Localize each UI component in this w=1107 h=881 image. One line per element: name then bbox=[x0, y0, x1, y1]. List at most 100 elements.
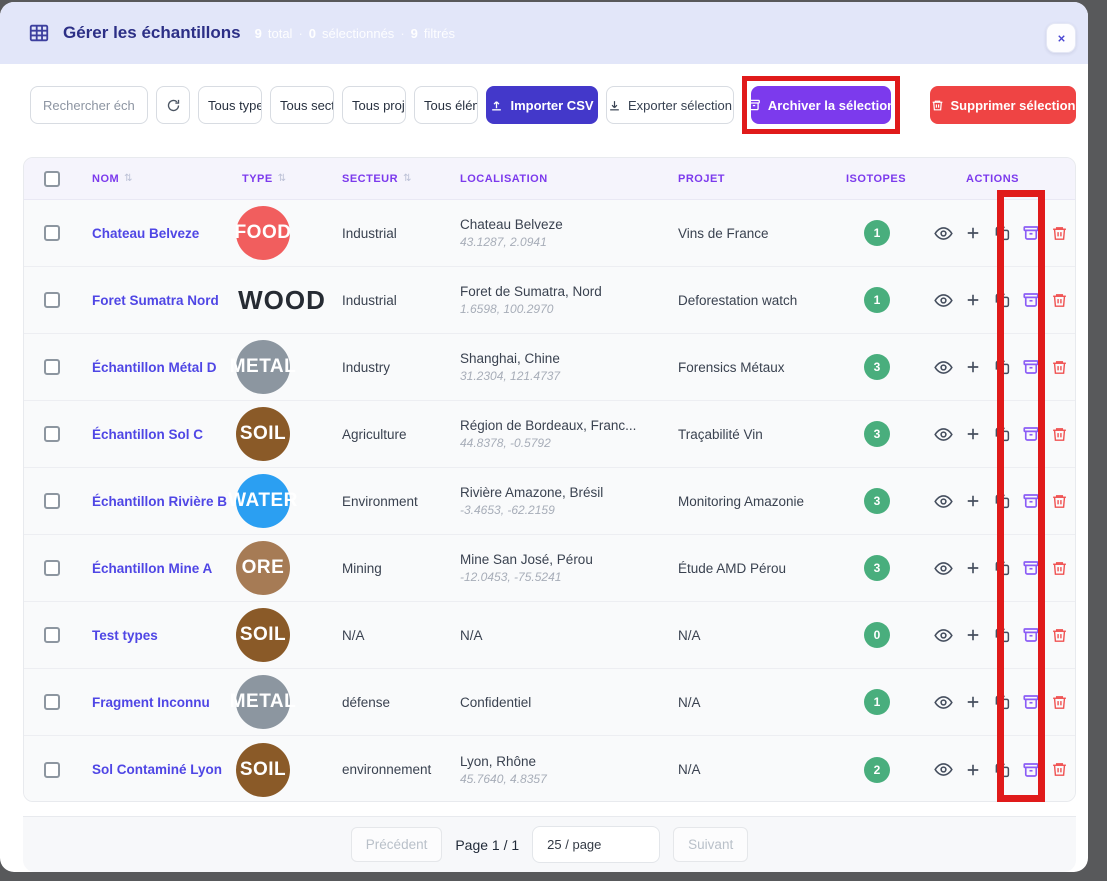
add-button[interactable] bbox=[963, 425, 982, 444]
archive-row-button[interactable] bbox=[1021, 291, 1040, 310]
view-button[interactable] bbox=[934, 425, 953, 444]
row-checkbox[interactable] bbox=[44, 694, 60, 710]
sample-name-link[interactable]: Échantillon Mine A bbox=[92, 561, 212, 576]
per-page-select[interactable]: 25 / page bbox=[532, 826, 660, 863]
location-coordinates: -12.0453, -75.5241 bbox=[460, 570, 666, 584]
archive-row-button[interactable] bbox=[1021, 760, 1040, 779]
archive-row-button[interactable] bbox=[1021, 224, 1040, 243]
row-checkbox[interactable] bbox=[44, 426, 60, 442]
archive-icon bbox=[1022, 425, 1040, 443]
view-button[interactable] bbox=[934, 358, 953, 377]
view-button[interactable] bbox=[934, 492, 953, 511]
view-button[interactable] bbox=[934, 693, 953, 712]
add-button[interactable] bbox=[963, 291, 982, 310]
type-badge: SOIL bbox=[236, 407, 290, 461]
row-checkbox[interactable] bbox=[44, 762, 60, 778]
row-checkbox[interactable] bbox=[44, 627, 60, 643]
duplicate-button[interactable] bbox=[992, 425, 1011, 444]
column-header-type[interactable]: TYPE⇅ bbox=[230, 173, 330, 185]
trash-icon bbox=[1051, 694, 1068, 711]
delete-selection-button[interactable]: Supprimer sélection bbox=[930, 86, 1076, 124]
duplicate-button[interactable] bbox=[992, 224, 1011, 243]
type-badge: SOIL bbox=[236, 743, 290, 797]
stats-separator: · bbox=[400, 26, 404, 41]
column-header-secteur[interactable]: SECTEUR⇅ bbox=[330, 173, 448, 185]
column-header-nom[interactable]: NOM⇅ bbox=[80, 173, 230, 185]
add-button[interactable] bbox=[963, 559, 982, 578]
import-csv-button[interactable]: Importer CSV bbox=[486, 86, 598, 124]
sample-name-link[interactable]: Test types bbox=[92, 628, 158, 643]
add-button[interactable] bbox=[963, 492, 982, 511]
archive-row-button[interactable] bbox=[1021, 626, 1040, 645]
duplicate-button[interactable] bbox=[992, 760, 1011, 779]
add-button[interactable] bbox=[963, 626, 982, 645]
sample-name-link[interactable]: Fragment Inconnu bbox=[92, 695, 210, 710]
duplicate-button[interactable] bbox=[992, 626, 1011, 645]
archive-selection-button[interactable]: Archiver la sélection bbox=[751, 86, 891, 124]
view-button[interactable] bbox=[934, 626, 953, 645]
delete-row-button[interactable] bbox=[1050, 358, 1069, 377]
previous-page-button[interactable]: Précédent bbox=[351, 827, 443, 862]
archive-row-button[interactable] bbox=[1021, 693, 1040, 712]
archive-row-button[interactable] bbox=[1021, 358, 1040, 377]
manage-samples-modal: Gérer les échantillons 9 total · 0 sélec… bbox=[0, 2, 1088, 872]
copy-icon bbox=[993, 358, 1011, 376]
location-text: Rivière Amazone, Brésil bbox=[460, 485, 666, 500]
add-button[interactable] bbox=[963, 693, 982, 712]
delete-row-button[interactable] bbox=[1050, 492, 1069, 511]
view-button[interactable] bbox=[934, 760, 953, 779]
sample-name-link[interactable]: Échantillon Sol C bbox=[92, 427, 203, 442]
location-text: Confidentiel bbox=[460, 695, 666, 710]
export-selection-button[interactable]: Exporter sélection bbox=[606, 86, 734, 124]
location-text: Shanghai, Chine bbox=[460, 351, 666, 366]
select-all-checkbox[interactable] bbox=[44, 171, 60, 187]
delete-row-button[interactable] bbox=[1050, 559, 1069, 578]
sample-name-link[interactable]: Échantillon Rivière B bbox=[92, 494, 227, 509]
delete-row-button[interactable] bbox=[1050, 626, 1069, 645]
delete-row-button[interactable] bbox=[1050, 693, 1069, 712]
sample-name-link[interactable]: Chateau Belveze bbox=[92, 226, 199, 241]
delete-row-button[interactable] bbox=[1050, 224, 1069, 243]
copy-icon bbox=[993, 492, 1011, 510]
table-row: Échantillon Rivière B WATER Environment … bbox=[24, 468, 1075, 535]
refresh-button[interactable] bbox=[156, 86, 190, 124]
row-checkbox[interactable] bbox=[44, 359, 60, 375]
projet-cell: Vins de France bbox=[666, 226, 834, 241]
search-input[interactable] bbox=[30, 86, 148, 124]
duplicate-button[interactable] bbox=[992, 291, 1011, 310]
sample-name-link[interactable]: Foret Sumatra Nord bbox=[92, 293, 219, 308]
delete-row-button[interactable] bbox=[1050, 760, 1069, 779]
duplicate-button[interactable] bbox=[992, 358, 1011, 377]
delete-row-button[interactable] bbox=[1050, 291, 1069, 310]
filter-projet-select[interactable]: Tous proje bbox=[342, 86, 406, 124]
archive-row-button[interactable] bbox=[1021, 492, 1040, 511]
filter-elements-select[interactable]: Tous élém bbox=[414, 86, 478, 124]
row-checkbox[interactable] bbox=[44, 560, 60, 576]
sample-name-link[interactable]: Sol Contaminé Lyon bbox=[92, 762, 222, 777]
next-page-button[interactable]: Suivant bbox=[673, 827, 748, 862]
row-checkbox[interactable] bbox=[44, 493, 60, 509]
filter-secteur-select[interactable]: Tous secte bbox=[270, 86, 334, 124]
close-button[interactable] bbox=[1046, 23, 1076, 53]
copy-icon bbox=[993, 291, 1011, 309]
delete-row-button[interactable] bbox=[1050, 425, 1069, 444]
location-text: Foret de Sumatra, Nord bbox=[460, 284, 666, 299]
add-button[interactable] bbox=[963, 224, 982, 243]
duplicate-button[interactable] bbox=[992, 559, 1011, 578]
view-button[interactable] bbox=[934, 559, 953, 578]
add-button[interactable] bbox=[963, 760, 982, 779]
sample-name-link[interactable]: Échantillon Métal D bbox=[92, 360, 217, 375]
duplicate-button[interactable] bbox=[992, 693, 1011, 712]
location-text: Mine San José, Pérou bbox=[460, 552, 666, 567]
duplicate-button[interactable] bbox=[992, 492, 1011, 511]
type-badge: METAL bbox=[236, 340, 290, 394]
add-button[interactable] bbox=[963, 358, 982, 377]
archive-row-button[interactable] bbox=[1021, 425, 1040, 444]
view-button[interactable] bbox=[934, 291, 953, 310]
archive-row-button[interactable] bbox=[1021, 559, 1040, 578]
view-button[interactable] bbox=[934, 224, 953, 243]
filter-types-select[interactable]: Tous types bbox=[198, 86, 262, 124]
row-checkbox[interactable] bbox=[44, 292, 60, 308]
row-checkbox[interactable] bbox=[44, 225, 60, 241]
sort-icon: ⇅ bbox=[278, 173, 287, 184]
